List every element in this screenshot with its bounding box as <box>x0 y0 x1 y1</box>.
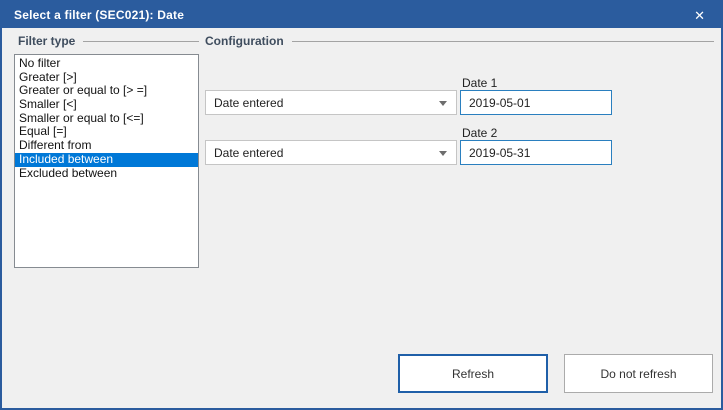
group-rule <box>291 40 714 42</box>
filter-type-option[interactable]: Different from <box>15 138 198 153</box>
title-bar: Select a filter (SEC021): Date ✕ <box>2 2 721 28</box>
filter-type-option[interactable]: No filter <box>15 56 198 71</box>
dropdown-value: Date entered <box>214 145 284 160</box>
date-2-label: Date 2 <box>462 126 498 140</box>
filter-type-option[interactable]: Greater [>] <box>15 70 198 85</box>
refresh-button[interactable]: Refresh <box>398 354 548 393</box>
configuration-group-header: Configuration <box>205 34 714 48</box>
dropdown-value: Date entered <box>214 95 284 110</box>
filter-type-option[interactable]: Greater or equal to [> =] <box>15 84 198 98</box>
filter-type-option[interactable]: Equal [=] <box>15 125 198 139</box>
date-type-dropdown-1[interactable]: Date entered <box>205 90 457 115</box>
dialog-title: Select a filter (SEC021): Date <box>14 8 185 22</box>
date-1-label: Date 1 <box>462 76 498 90</box>
filter-type-option[interactable]: Excluded between <box>15 166 198 181</box>
filter-type-option[interactable]: Smaller or equal to [<=] <box>15 111 198 126</box>
close-icon[interactable]: ✕ <box>690 7 709 24</box>
chevron-down-icon <box>439 101 447 106</box>
group-rule <box>83 40 199 42</box>
configuration-label: Configuration <box>205 34 284 48</box>
date-type-dropdown-2[interactable]: Date entered <box>205 140 457 165</box>
date-1-input[interactable] <box>460 90 612 115</box>
filter-type-option[interactable]: Included between <box>15 152 198 167</box>
filter-type-option[interactable]: Smaller [<] <box>15 97 198 112</box>
date-2-input[interactable] <box>460 140 612 165</box>
filter-type-label: Filter type <box>18 34 76 48</box>
chevron-down-icon <box>439 151 447 156</box>
filter-dialog: Select a filter (SEC021): Date ✕ Filter … <box>0 0 723 410</box>
filter-type-group-header: Filter type <box>18 34 199 48</box>
filter-type-listbox[interactable]: No filter Greater [>] Greater or equal t… <box>14 54 199 268</box>
do-not-refresh-button[interactable]: Do not refresh <box>564 354 713 393</box>
